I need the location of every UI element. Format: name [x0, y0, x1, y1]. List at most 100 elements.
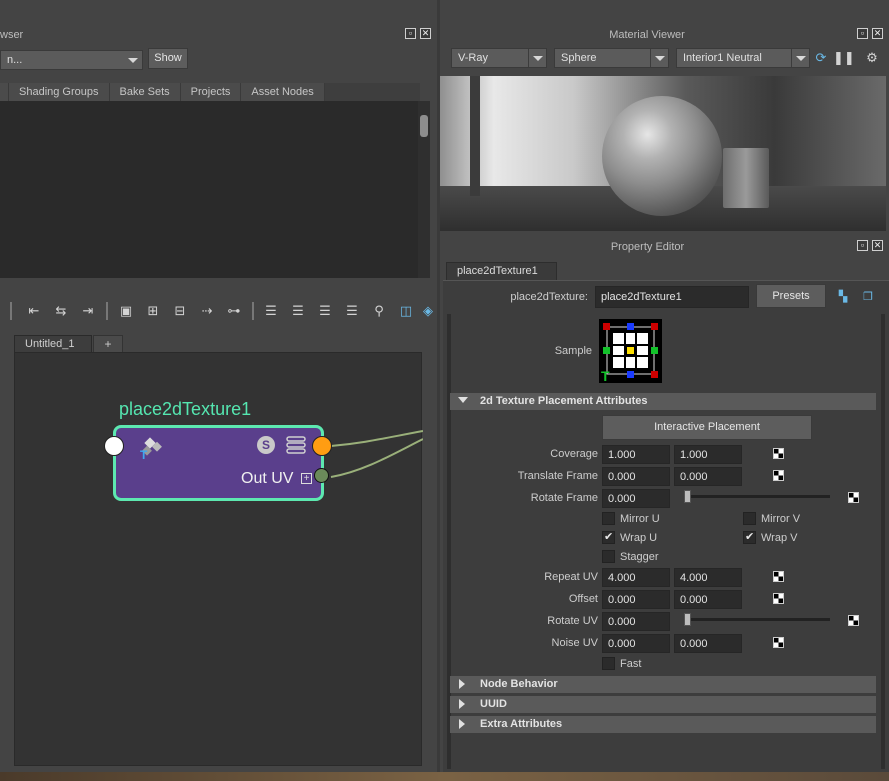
clear-graph-icon[interactable]: ⇢: [199, 303, 215, 319]
browser-tabs: Shading Groups Bake Sets Projects Asset …: [0, 83, 420, 101]
input-connections-icon[interactable]: ⇤: [26, 303, 42, 319]
output-port[interactable]: [312, 436, 332, 456]
rearrange-graph-icon[interactable]: ⊶: [226, 303, 242, 319]
translate-frame-v-field[interactable]: 0.000: [674, 467, 742, 486]
environment-value: Interior1 Neutral: [683, 52, 762, 64]
noise-u-field[interactable]: 0.000: [602, 634, 670, 653]
section-2d-texture-placement[interactable]: 2d Texture Placement Attributes: [450, 393, 876, 410]
coverage-u-field[interactable]: 1.000: [602, 445, 670, 464]
browser-scrollbar[interactable]: [418, 101, 430, 278]
translate-frame-u-field[interactable]: 0.000: [602, 467, 670, 486]
browser-content[interactable]: [0, 101, 418, 278]
map-button-icon[interactable]: [773, 637, 784, 648]
graph-frame-icon[interactable]: ◫: [398, 303, 414, 319]
rotate-frame-slider[interactable]: [684, 495, 830, 498]
refresh-icon[interactable]: ⟳: [813, 50, 829, 66]
fast-checkbox[interactable]: [602, 657, 615, 670]
tab-shading-groups[interactable]: Shading Groups: [9, 83, 110, 101]
sample-swatch[interactable]: T: [599, 319, 662, 384]
offset-v-field[interactable]: 0.000: [674, 590, 742, 609]
expand-plug-icon[interactable]: +: [301, 473, 312, 484]
chevron-right-icon: [459, 719, 465, 729]
offset-u-field[interactable]: 0.000: [602, 590, 670, 609]
close-panel-icon[interactable]: ✕: [872, 240, 883, 251]
property-tab[interactable]: place2dTexture1: [446, 262, 557, 280]
map-button-icon[interactable]: [773, 593, 784, 604]
section-title: Node Behavior: [480, 678, 558, 690]
map-button-icon[interactable]: [773, 448, 784, 459]
section-extra-attributes[interactable]: Extra Attributes: [450, 716, 876, 733]
environment-dropdown[interactable]: Interior1 Neutral: [676, 48, 810, 68]
section-uuid[interactable]: UUID: [450, 696, 876, 713]
presets-button[interactable]: Presets: [756, 284, 826, 308]
out-uv-port[interactable]: [314, 468, 329, 483]
input-output-connections-icon[interactable]: ⇆: [53, 303, 69, 319]
tab-projects[interactable]: Projects: [180, 83, 242, 101]
repeat-u-field[interactable]: 4.000: [602, 568, 670, 587]
preview-window-frame: [470, 76, 480, 196]
remove-selected-icon[interactable]: ⊟: [172, 303, 188, 319]
wrap-v-checkbox[interactable]: [743, 530, 756, 544]
scrollbar-handle[interactable]: [420, 115, 428, 137]
property-scrollbar-right[interactable]: [881, 314, 885, 769]
simple-mode-icon[interactable]: ☰: [263, 303, 279, 319]
output-connections-icon[interactable]: ⇥: [80, 303, 96, 319]
stagger-label: Stagger: [620, 551, 659, 563]
add-tab-button[interactable]: +: [93, 335, 123, 353]
repeat-v-field[interactable]: 4.000: [674, 568, 742, 587]
renderer-value: V-Ray: [458, 52, 488, 64]
place2dtexture-node[interactable]: T S Out UV +: [113, 425, 324, 501]
node-mode-lines: [286, 436, 306, 454]
mirror-v-checkbox[interactable]: [743, 512, 756, 525]
rotate-uv-slider[interactable]: [684, 618, 830, 621]
add-selected-icon[interactable]: ⊞: [145, 303, 161, 319]
search-icon[interactable]: ⚲: [371, 303, 387, 319]
mirror-u-checkbox[interactable]: [602, 512, 615, 525]
swatch-toggle-icon[interactable]: S: [257, 436, 275, 454]
node-title: place2dTexture1: [119, 399, 252, 419]
coverage-v-field[interactable]: 1.000: [674, 445, 742, 464]
float-panel-icon[interactable]: ▫: [857, 240, 868, 251]
float-panel-icon[interactable]: ▫: [405, 28, 416, 39]
tab-bake-sets[interactable]: Bake Sets: [109, 83, 181, 101]
swatch-badge: S: [261, 438, 270, 452]
node-name-field[interactable]: place2dTexture1: [595, 286, 749, 308]
close-panel-icon[interactable]: ✕: [420, 28, 431, 39]
graph-options-icon[interactable]: ◈: [420, 303, 436, 319]
close-panel-icon[interactable]: ✕: [872, 28, 883, 39]
stagger-checkbox[interactable]: [602, 550, 615, 563]
wrap-u-checkbox[interactable]: [602, 530, 615, 544]
rotate-uv-field[interactable]: 0.000: [602, 612, 670, 631]
graph-select-icon[interactable]: ▣: [118, 303, 134, 319]
rotate-uv-slider-handle[interactable]: [684, 613, 691, 626]
node-mode-icon[interactable]: [286, 435, 306, 455]
interactive-placement-button[interactable]: Interactive Placement: [602, 415, 812, 440]
float-panel-icon[interactable]: ▫: [857, 28, 868, 39]
mirror-v-label: Mirror V: [761, 513, 801, 525]
noise-v-field[interactable]: 0.000: [674, 634, 742, 653]
custom-mode-icon[interactable]: ☰: [344, 303, 360, 319]
map-button-icon[interactable]: [773, 470, 784, 481]
pause-icon[interactable]: ❚❚: [833, 50, 855, 66]
browser-filter-dropdown[interactable]: n...: [0, 50, 143, 70]
shape-dropdown[interactable]: Sphere: [554, 48, 669, 68]
full-mode-icon[interactable]: ☰: [317, 303, 333, 319]
copy-tab-icon[interactable]: ❐: [860, 289, 876, 305]
notes-icon[interactable]: ▚: [835, 289, 851, 305]
node-editor-canvas[interactable]: place2dTexture1 T S Out UV +: [14, 352, 423, 766]
map-button-icon[interactable]: [848, 492, 859, 503]
section-title: UUID: [480, 698, 507, 710]
section-node-behavior[interactable]: Node Behavior: [450, 676, 876, 693]
map-button-icon[interactable]: [773, 571, 784, 582]
tab-asset-nodes[interactable]: Asset Nodes: [241, 83, 325, 101]
settings-gear-icon[interactable]: ⚙: [864, 50, 880, 66]
map-button-icon[interactable]: [848, 615, 859, 626]
material-preview[interactable]: [440, 76, 886, 231]
renderer-dropdown[interactable]: V-Ray: [451, 48, 547, 68]
show-button[interactable]: Show: [148, 48, 188, 69]
connected-mode-icon[interactable]: ☰: [290, 303, 306, 319]
rotate-frame-slider-handle[interactable]: [684, 490, 691, 503]
input-port[interactable]: [104, 436, 124, 456]
editor-tab-untitled[interactable]: Untitled_1: [14, 335, 92, 353]
rotate-frame-field[interactable]: 0.000: [602, 489, 670, 508]
